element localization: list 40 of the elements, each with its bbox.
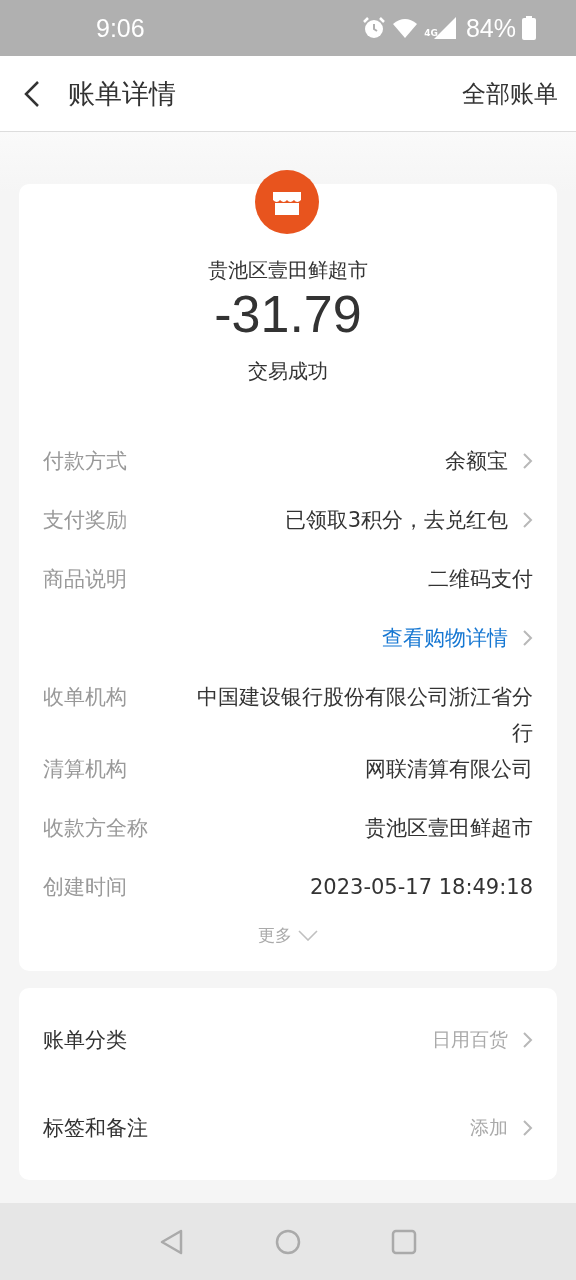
page-title: 账单详情 (68, 76, 177, 111)
shopping-details-link[interactable]: 查看购物详情 (382, 620, 508, 656)
field-label: 支付奖励 (43, 507, 128, 534)
field-label: 收款方全称 (43, 815, 149, 842)
recents-square-icon (391, 1228, 417, 1255)
field-value: 网联清算有限公司 (365, 756, 533, 783)
field-value: 二维码支付 (428, 566, 533, 593)
settings-label: 标签和备注 (43, 1115, 149, 1142)
field-value: 2023-05-17 18:49:18 (309, 874, 533, 901)
field-label: 清算机构 (43, 756, 128, 783)
wifi-icon (392, 17, 419, 39)
field-label: 收单机构 (43, 684, 128, 711)
back-triangle-icon (159, 1228, 185, 1255)
field-value: 贵池区壹田鲜超市 (365, 815, 533, 842)
home-circle-icon (275, 1228, 301, 1255)
settings-label: 账单分类 (43, 1027, 128, 1054)
chevron-right-icon (522, 1119, 533, 1137)
alarm-icon (362, 16, 387, 40)
back-button[interactable] (24, 79, 40, 108)
settings-value: 添加 (470, 1115, 508, 1140)
chevron-down-icon (298, 930, 318, 941)
merchant-name: 贵池区壹田鲜超市 (208, 257, 368, 284)
field-label: 商品说明 (43, 566, 128, 593)
settings-row[interactable]: 标签和备注 添加 (43, 1084, 533, 1172)
field-value: 中国建设银行股份有限公司浙江省分行 (196, 684, 533, 747)
chevron-right-icon (522, 1031, 533, 1049)
field-value: 余额宝 (445, 448, 508, 475)
settings-value: 日用百货 (432, 1027, 508, 1052)
transaction-status: 交易成功 (248, 358, 328, 385)
field-label: 付款方式 (43, 448, 128, 475)
amount: -31.79 (214, 284, 362, 344)
battery-percent: 84% (465, 13, 516, 43)
settings-row[interactable]: 账单分类 日用百货 (43, 996, 533, 1084)
all-bills-link[interactable]: 全部账单 (462, 77, 558, 110)
network-type: 4G (424, 27, 438, 38)
field-label: 创建时间 (43, 874, 128, 901)
status-time: 9:06 (96, 13, 145, 43)
back-icon (24, 79, 40, 108)
battery-icon (522, 16, 536, 40)
field-value: 已领取3积分，去兑红包 (284, 507, 508, 534)
